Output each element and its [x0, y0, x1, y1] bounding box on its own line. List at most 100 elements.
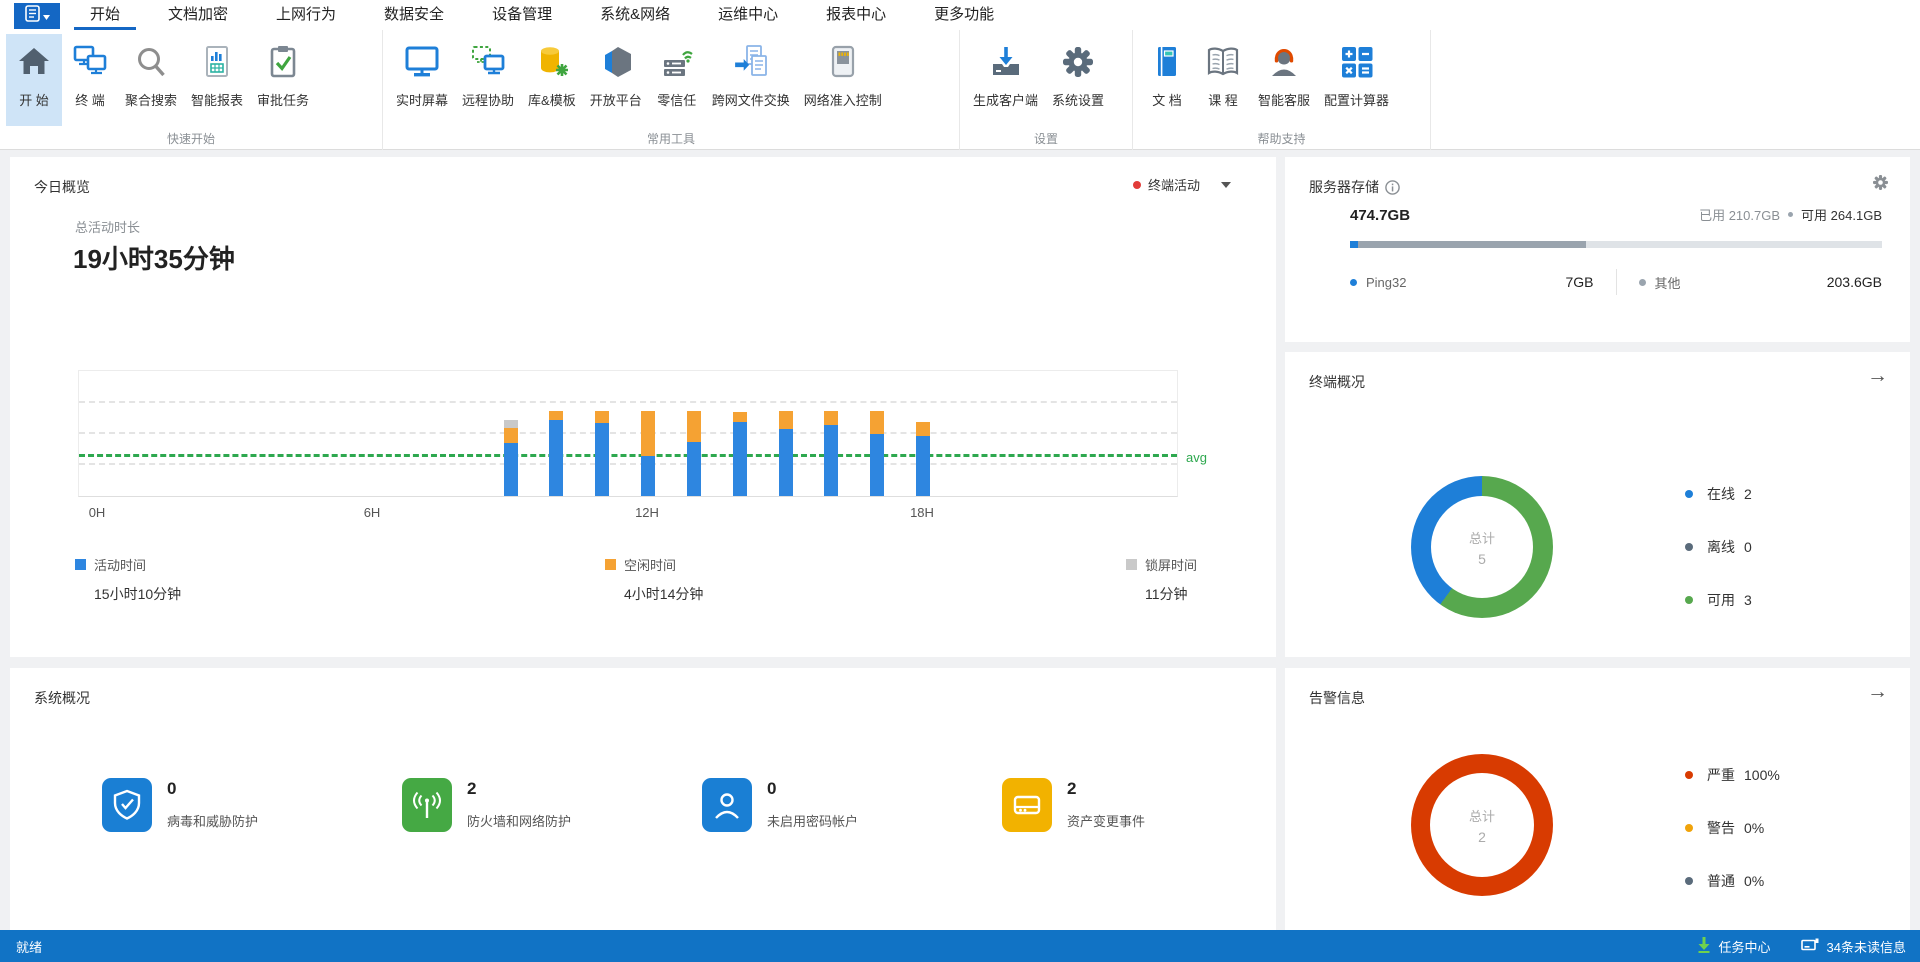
library-template-icon	[533, 38, 571, 86]
ribbon-item-terminals[interactable]: 终 端	[62, 34, 118, 126]
ribbon-item-system-settings[interactable]: 系统设置	[1045, 34, 1111, 126]
ribbon-group-label: 设置	[960, 130, 1132, 147]
tab-more-features[interactable]: 更多功能	[922, 0, 1006, 30]
card-title: 终端概况	[1309, 372, 1365, 392]
ribbon-item-live-screen[interactable]: 实时屏幕	[389, 34, 455, 126]
task-center-button[interactable]: 任务中心	[1697, 937, 1771, 956]
ribbon-item-remote-assist[interactable]: 远程协助	[455, 34, 521, 126]
ribbon-item-search[interactable]: 聚合搜索	[118, 34, 184, 126]
tab-device-mgmt[interactable]: 设备管理	[480, 0, 564, 30]
server-storage-card: 服务器存储 474.7GB 已用 210.7GB 可用 264.1GB Ping…	[1285, 157, 1910, 342]
total-activity-value: 19小时35分钟	[73, 239, 235, 276]
ribbon-item-docs[interactable]: 文 档	[1139, 34, 1195, 126]
active-segment	[870, 434, 884, 496]
storage-settings-gear-icon[interactable]	[1871, 173, 1890, 197]
chart-bar-hour-16	[824, 411, 838, 496]
tab-start[interactable]: 开始	[78, 0, 132, 30]
ping32-dot	[1350, 279, 1357, 286]
alert-legend: 严重 100% 警告 0% 普通 0%	[1685, 764, 1780, 923]
active-segment	[687, 442, 701, 496]
tab-bar: 开始 文档加密 上网行为 数据安全 设备管理 系统&网络 运维中心 报表中心 更…	[0, 0, 1920, 30]
ribbon-item-smart-report[interactable]: 智能报表	[184, 34, 250, 126]
chart-bar-hour-14	[733, 412, 747, 496]
activity-legend: 活动时间 15小时10分钟 空闲时间 4小时14分钟 锁屏时间 11分钟	[10, 555, 1276, 615]
system-item-asset-change: 2 资产变更事件	[1002, 778, 1302, 832]
terminal-donut-chart: 总计 5	[1411, 476, 1553, 618]
arrow-right-icon[interactable]: →	[1867, 364, 1888, 388]
active-segment	[549, 420, 563, 496]
network-access-icon	[824, 38, 862, 86]
ribbon-item-course[interactable]: 课 程	[1195, 34, 1251, 126]
storage-usage-bar	[1350, 241, 1882, 248]
active-segment	[733, 422, 747, 496]
card-title: 服务器存储	[1309, 177, 1400, 197]
ribbon: 开 始 终 端 聚合搜索 智能报表	[0, 30, 1920, 150]
idle-segment	[504, 428, 518, 443]
terminals-icon	[71, 38, 109, 86]
storage-item-other: 其他 203.6GB	[1639, 273, 1883, 292]
chart-bar-hour-12	[641, 411, 655, 496]
tab-ops-center[interactable]: 运维中心	[706, 0, 790, 30]
tab-web-behavior[interactable]: 上网行为	[264, 0, 348, 30]
card-title: 告警信息	[1309, 688, 1365, 708]
active-segment	[504, 443, 518, 496]
ribbon-item-file-exchange[interactable]: 跨网文件交换	[705, 34, 797, 126]
critical-dot	[1685, 771, 1693, 779]
activity-type-selector[interactable]: 终端活动	[1133, 175, 1231, 194]
idle-segment	[595, 411, 609, 423]
ribbon-item-start[interactable]: 开 始	[6, 34, 62, 126]
ribbon-item-network-access[interactable]: 网络准入控制	[797, 34, 889, 126]
ribbon-group-label: 帮助支持	[1133, 130, 1430, 147]
ribbon-item-config-calculator[interactable]: 配置计算器	[1317, 34, 1396, 126]
ribbon-item-zero-trust[interactable]: 零信任	[649, 34, 705, 126]
ribbon-group-label: 常用工具	[383, 130, 959, 147]
active-segment	[779, 429, 793, 496]
legend-idle-time: 空闲时间 4小时14分钟	[605, 555, 703, 604]
remote-assist-icon	[469, 38, 507, 86]
storage-segment-Ping32	[1350, 241, 1358, 248]
chart-bar-hour-11	[595, 411, 609, 496]
open-platform-icon	[597, 38, 635, 86]
tab-data-security[interactable]: 数据安全	[372, 0, 456, 30]
course-book-icon	[1204, 38, 1242, 86]
legend-offline: 离线 0	[1685, 536, 1752, 558]
info-icon[interactable]	[1385, 180, 1400, 195]
ribbon-group-quick-start: 开 始 终 端 聚合搜索 智能报表	[0, 30, 383, 150]
total-activity-label: 总活动时长	[75, 217, 140, 236]
ribbon-item-library-template[interactable]: 库&模板	[521, 34, 583, 126]
locked-segment	[504, 420, 518, 428]
tab-doc-encrypt[interactable]: 文档加密	[156, 0, 240, 30]
x-tick-18H: 18H	[910, 505, 934, 520]
selector-label: 终端活动	[1148, 175, 1200, 194]
status-bar: 就绪 任务中心 34条未读信息	[0, 930, 1920, 962]
menu-tabs: 开始 文档加密 上网行为 数据安全 设备管理 系统&网络 运维中心 报表中心 更…	[66, 0, 1018, 30]
approval-task-icon	[264, 38, 302, 86]
idle-segment	[687, 411, 701, 442]
idle-segment	[824, 411, 838, 425]
ribbon-item-client-download[interactable]: 生成客户端	[966, 34, 1045, 126]
config-calculator-icon	[1338, 38, 1376, 86]
arrow-right-icon[interactable]: →	[1867, 680, 1888, 704]
system-item-virus-protection: 0 病毒和威胁防护	[102, 778, 402, 832]
terminal-overview-card: 终端概况 → 总计 5 在线 2 离线 0 可用 3	[1285, 352, 1910, 657]
other-dot	[1639, 279, 1646, 286]
dashboard: 今日概览 终端活动 总活动时长 19小时35分钟 avg 0H6H12H18H …	[0, 150, 1920, 930]
selector-dot	[1133, 181, 1141, 189]
idle-segment	[779, 411, 793, 430]
docs-book-icon	[1148, 38, 1186, 86]
legend-active-time: 活动时间 15小时10分钟	[75, 555, 181, 604]
tab-report-center[interactable]: 报表中心	[814, 0, 898, 30]
ribbon-item-support[interactable]: 智能客服	[1251, 34, 1317, 126]
idle-segment	[870, 411, 884, 434]
ribbon-item-open-platform[interactable]: 开放平台	[583, 34, 649, 126]
app-menu-button[interactable]	[14, 3, 60, 29]
legend-locked-time: 锁屏时间 11分钟	[1126, 555, 1197, 604]
y-gridline	[79, 401, 1177, 403]
chart-bar-hour-18	[916, 422, 930, 496]
unread-messages-button[interactable]: 34条未读信息	[1801, 937, 1906, 956]
legend-normal: 普通 0%	[1685, 870, 1780, 892]
tab-system-network[interactable]: 系统&网络	[588, 0, 682, 30]
download-icon	[1697, 937, 1711, 956]
ribbon-item-approval-task[interactable]: 审批任务	[250, 34, 316, 126]
online-dot	[1685, 490, 1693, 498]
